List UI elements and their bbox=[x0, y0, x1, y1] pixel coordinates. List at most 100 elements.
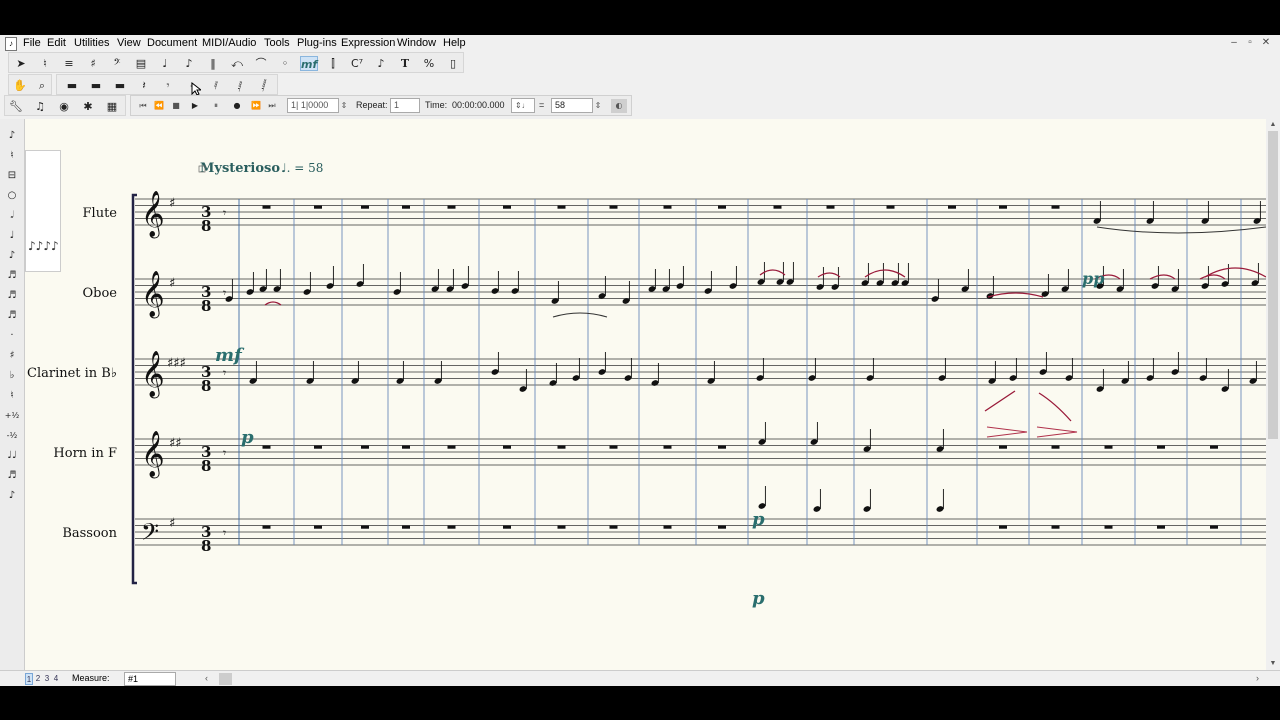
hscroll-thumb[interactable] bbox=[219, 673, 232, 685]
dynamic-flute[interactable]: pp bbox=[1082, 269, 1104, 288]
mirror-icon[interactable]: ♪ bbox=[180, 56, 198, 71]
score-manager-icon[interactable]: ▦ bbox=[103, 99, 121, 114]
quarter-note-icon[interactable]: ▬ bbox=[111, 78, 129, 93]
page-icon[interactable]: ▯ bbox=[444, 56, 462, 71]
record-icon[interactable]: ● bbox=[229, 99, 245, 113]
clef-horn[interactable]: 𝄞 bbox=[141, 431, 165, 479]
page-button-1[interactable]: 1 bbox=[25, 673, 33, 685]
key-signature-flute[interactable]: ♯ bbox=[169, 196, 175, 211]
menu-plugins[interactable]: Plug-ins bbox=[297, 37, 337, 50]
rewind-icon[interactable]: ⏪ bbox=[151, 99, 167, 113]
text-tool-icon[interactable]: T bbox=[396, 56, 414, 71]
playback-icon[interactable]: ◉ bbox=[55, 99, 73, 114]
selection-tool-icon[interactable]: ➤ bbox=[12, 56, 30, 71]
percent-icon[interactable]: % bbox=[420, 56, 438, 71]
stop-icon[interactable]: ■ bbox=[168, 99, 184, 113]
dynamic-clarinet[interactable]: p bbox=[241, 427, 254, 448]
menu-view[interactable]: View bbox=[117, 37, 141, 50]
time-bottom-bassoon[interactable]: 8 bbox=[201, 537, 211, 555]
eighth-rest-icon[interactable]: 𝄽 bbox=[135, 78, 153, 93]
menu-expression[interactable]: Expression bbox=[341, 37, 395, 50]
score-canvas[interactable]: ♪♪♪♪ 𝄾 𝄾 𝄾 𝄾 𝄾 Mysterioso ♩. = 58 Flute Oboe… bbox=[25, 119, 1266, 670]
palette-tool-10-icon[interactable]: ♬ bbox=[3, 307, 21, 325]
page-button-3[interactable]: 3 bbox=[43, 673, 51, 685]
fast-forward-icon[interactable]: ⏩ bbox=[248, 99, 264, 113]
pause-icon[interactable]: ⏸ bbox=[208, 99, 224, 113]
lyrics-icon[interactable]: 𝄢 bbox=[108, 56, 126, 71]
repeat-dropdown[interactable]: 1 bbox=[390, 98, 420, 113]
midi-icon[interactable]: ♫ bbox=[31, 99, 49, 114]
palette-tool-16-icon[interactable]: -½ bbox=[3, 427, 21, 445]
palette-tool-9-icon[interactable]: ♬ bbox=[3, 287, 21, 305]
dynamic-oboe[interactable]: mf bbox=[215, 345, 245, 366]
palette-tool-17-icon[interactable]: ♩♩ bbox=[3, 447, 21, 465]
click-countoff-icon[interactable]: ◐ bbox=[611, 99, 627, 113]
hand-grabber-icon[interactable]: ✋ bbox=[11, 78, 29, 93]
minimize-icon[interactable]: – bbox=[1226, 37, 1242, 48]
note-expression-icon[interactable]: ♮ bbox=[36, 56, 54, 71]
zoom-icon[interactable]: ⌕ bbox=[33, 78, 51, 93]
menu-edit[interactable]: Edit bbox=[47, 37, 66, 50]
tempo-mark[interactable]: ♩. = 58 bbox=[281, 161, 323, 175]
tempo-input[interactable]: 58 bbox=[551, 98, 593, 113]
half-note-icon[interactable]: ▬ bbox=[87, 78, 105, 93]
tempo-text[interactable]: Mysterioso bbox=[200, 161, 280, 176]
smart-shape-icon[interactable]: ♯ bbox=[84, 56, 102, 71]
hscroll-left-icon[interactable]: ‹ bbox=[205, 673, 208, 683]
dot-rest-icon[interactable]: 𝅂 bbox=[255, 78, 273, 93]
close-icon[interactable]: ✕ bbox=[1258, 37, 1274, 48]
dynamic-horn[interactable]: p bbox=[752, 509, 765, 530]
palette-tool-8-icon[interactable]: ♬ bbox=[3, 267, 21, 285]
measure-tool-icon[interactable]: ▤ bbox=[132, 56, 150, 71]
palette-tool-7-icon[interactable]: ♪ bbox=[3, 247, 21, 265]
palette-tool-11-icon[interactable]: · bbox=[3, 327, 21, 345]
scroll-down-icon[interactable]: ▼ bbox=[1266, 658, 1280, 670]
time-bottom-oboe[interactable]: 8 bbox=[201, 297, 211, 315]
hairpin-icon[interactable]: ◦ bbox=[276, 56, 294, 71]
key-signature-clarinet[interactable]: ♯♯♯ bbox=[167, 356, 186, 371]
note-icon[interactable]: ♩ bbox=[156, 56, 174, 71]
whole-note-icon[interactable]: ▬ bbox=[63, 78, 81, 93]
forward-to-end-icon[interactable]: ⏭ bbox=[264, 99, 280, 113]
menu-window[interactable]: Window bbox=[397, 37, 436, 50]
chord-icon[interactable]: C⁷ bbox=[348, 56, 366, 71]
wrench-icon[interactable]: 🔧︎ bbox=[7, 99, 25, 114]
palette-tool-15-icon[interactable]: +½ bbox=[3, 407, 21, 425]
time-bottom-flute[interactable]: 8 bbox=[201, 217, 211, 235]
staff-icon[interactable]: ✱ bbox=[79, 99, 97, 114]
sixtyfourth-rest-icon[interactable]: 𝅀 bbox=[207, 78, 225, 93]
menu-tools[interactable]: Tools bbox=[264, 37, 290, 50]
tempo-unit-select[interactable]: ⇕♩ bbox=[511, 98, 535, 113]
key-signature-oboe[interactable]: ♯ bbox=[169, 276, 175, 291]
palette-tool-13-icon[interactable]: ♭ bbox=[3, 367, 21, 385]
menu-help[interactable]: Help bbox=[443, 37, 466, 50]
scroll-up-icon[interactable]: ▲ bbox=[1266, 119, 1280, 131]
ossia-icon[interactable]: ⫿ bbox=[324, 56, 342, 71]
onetwentyeighth-rest-icon[interactable]: 𝅁 bbox=[231, 78, 249, 93]
scroll-thumb[interactable] bbox=[1268, 131, 1278, 439]
palette-tool-14-icon[interactable]: ♮ bbox=[3, 387, 21, 405]
hscroll-right-icon[interactable]: › bbox=[1256, 673, 1259, 683]
time-bottom-clarinet[interactable]: 8 bbox=[201, 377, 211, 395]
key-signature-bassoon[interactable]: ♯ bbox=[169, 516, 175, 531]
time-bottom-horn[interactable]: 8 bbox=[201, 457, 211, 475]
restore-icon[interactable]: ▫ bbox=[1242, 37, 1258, 48]
staff-tool-icon[interactable]: ‖ bbox=[204, 56, 222, 71]
play-icon[interactable]: ▶ bbox=[187, 99, 203, 113]
palette-tool-2-icon[interactable]: ♮ bbox=[3, 147, 21, 165]
sixteenth-rest-icon[interactable]: 𝄾 bbox=[159, 78, 177, 93]
menu-document[interactable]: Document bbox=[147, 37, 197, 50]
measure-input[interactable]: #1 bbox=[124, 672, 176, 686]
page-button-4[interactable]: 4 bbox=[52, 673, 60, 685]
palette-tool-19-icon[interactable]: ♪ bbox=[3, 487, 21, 505]
menu-midi-audio[interactable]: MIDI/Audio bbox=[202, 37, 256, 50]
palette-tool-4-icon[interactable]: ○ bbox=[3, 187, 21, 205]
repeat-tool-icon[interactable]: ⤺ bbox=[228, 56, 246, 71]
clef-flute[interactable]: 𝄞 bbox=[141, 191, 165, 239]
clef-bassoon[interactable]: 𝄢 bbox=[141, 518, 159, 551]
rewind-to-start-icon[interactable]: ⏮ bbox=[135, 99, 151, 113]
clef-icon[interactable]: ♪ bbox=[372, 56, 390, 71]
palette-tool-3-icon[interactable]: ⊟ bbox=[3, 167, 21, 185]
dynamic-bassoon[interactable]: p bbox=[752, 588, 765, 609]
palette-tool-5-icon[interactable]: 𝅗𝅥 bbox=[3, 207, 21, 225]
